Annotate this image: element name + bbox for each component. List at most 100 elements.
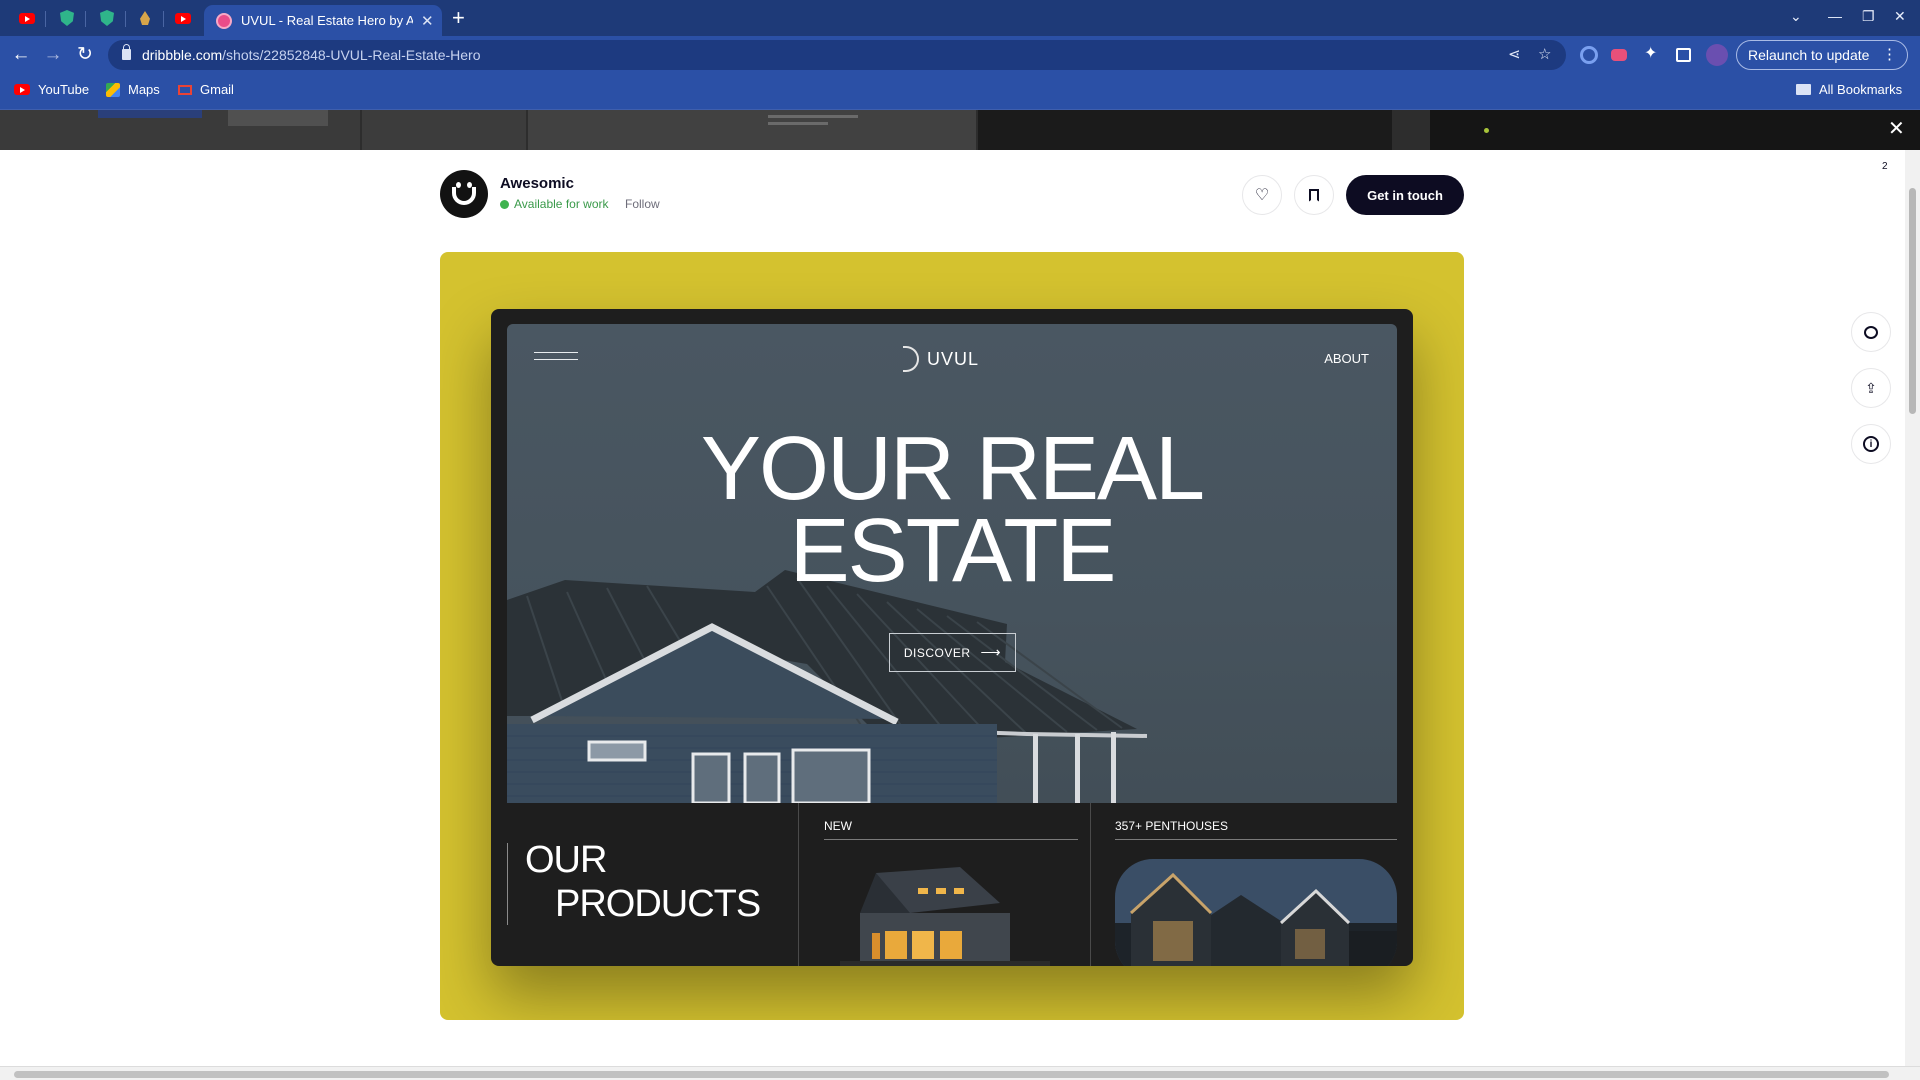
discover-button: DISCOVER ⟶: [889, 633, 1016, 672]
backdrop-shot: [0, 110, 360, 150]
menu-burger-icon[interactable]: [534, 352, 578, 366]
get-in-touch-button[interactable]: Get in touch: [1346, 175, 1464, 215]
like-button[interactable]: ♡: [1242, 175, 1282, 215]
bookmark-star-icon[interactable]: ☆: [1538, 45, 1551, 63]
browser-toolbar: ← → ↻ dribbble.com/shots/22852848-UVUL-R…: [0, 36, 1920, 74]
shield-icon: [100, 10, 114, 26]
bookmark-label: Maps: [128, 82, 160, 97]
bookmark-youtube[interactable]: YouTube: [14, 82, 89, 97]
folder-icon: [1796, 84, 1811, 95]
new-tab-button[interactable]: +: [452, 5, 465, 31]
products-section: OUR PRODUCTS NEW 357+ PENTHOUSES: [507, 803, 1397, 966]
close-window-icon[interactable]: ✕: [1894, 8, 1906, 25]
share-icon[interactable]: ⋖: [1508, 45, 1521, 63]
info-button[interactable]: i: [1851, 424, 1891, 464]
profile-avatar[interactable]: [1706, 44, 1728, 66]
youtube-icon: [19, 12, 35, 24]
url-text[interactable]: dribbble.com/shots/22852848-UVUL-Real-Es…: [142, 47, 481, 63]
penthouses-image: [1115, 859, 1397, 966]
uvul-logo: UVUL: [903, 346, 979, 372]
new-house-image: [840, 867, 1050, 966]
maps-icon: [106, 82, 120, 97]
extension-video-icon[interactable]: [1611, 49, 1627, 61]
upload-icon: ⇪: [1865, 379, 1877, 396]
nav-about: ABOUT: [1324, 351, 1369, 366]
follow-link[interactable]: Follow: [625, 197, 660, 211]
shot-image[interactable]: UVUL ABOUT YOUR REAL ESTATE DISCOVER ⟶ O…: [440, 252, 1464, 1020]
availability-label: Available for work: [514, 197, 609, 211]
headline-line-2: ESTATE: [789, 501, 1117, 601]
backdrop-shot: [362, 110, 526, 150]
comment-count-badge: 2: [1880, 161, 1890, 172]
drop-icon: [140, 11, 150, 25]
tab-strip: UVUL - Real Estate Hero by Aw ✕ + ⌄ — ❐ …: [0, 0, 1920, 36]
horizontal-scrollbar[interactable]: [0, 1066, 1920, 1080]
back-icon[interactable]: ←: [8, 42, 34, 68]
all-bookmarks[interactable]: All Bookmarks: [1796, 82, 1902, 97]
tab-youtube-2[interactable]: [164, 4, 202, 32]
comments-button[interactable]: [1851, 312, 1891, 352]
vertical-scrollbar[interactable]: [1905, 150, 1920, 1066]
hero-headline: YOUR REAL ESTATE: [507, 419, 1397, 601]
minimize-icon[interactable]: —: [1828, 8, 1842, 24]
relaunch-button[interactable]: Relaunch to update ⋮: [1736, 40, 1908, 70]
bookmark-gmail[interactable]: Gmail: [178, 82, 234, 97]
our-products-block: OUR PRODUCTS: [507, 803, 799, 966]
tab-search-icon[interactable]: ⌄: [1790, 8, 1802, 25]
uvul-mark-icon: [903, 346, 919, 372]
tab-extension-1[interactable]: [48, 4, 86, 32]
product-new: NEW: [800, 803, 1090, 966]
bookmarks-bar: YouTube Maps Gmail All Bookmarks: [0, 74, 1920, 110]
tab-youtube-1[interactable]: [8, 4, 46, 32]
active-tab-title: UVUL - Real Estate Hero by Aw: [241, 13, 413, 28]
tab-drop[interactable]: [126, 4, 164, 32]
backdrop-shot: [978, 110, 1392, 150]
relaunch-label: Relaunch to update: [1748, 47, 1870, 63]
forward-icon[interactable]: →: [40, 42, 66, 68]
products-title-line-1: OUR: [525, 839, 607, 881]
comment-icon: [1864, 325, 1878, 339]
info-icon: i: [1863, 436, 1879, 452]
save-button[interactable]: [1294, 175, 1334, 215]
side-panel-icon[interactable]: [1676, 48, 1691, 62]
product-penthouses: 357+ PENTHOUSES: [1091, 803, 1397, 966]
brand-text: UVUL: [927, 348, 980, 369]
headline-line-1: YOUR REAL: [700, 419, 1205, 519]
available-dot-icon: [500, 199, 509, 209]
share-button[interactable]: ⇪: [1851, 368, 1891, 408]
bookmark-icon: [1309, 188, 1319, 202]
dribbble-icon: [216, 12, 232, 29]
author-name[interactable]: Awesomic: [500, 175, 574, 192]
active-tab[interactable]: UVUL - Real Estate Hero by Aw ✕: [204, 5, 442, 36]
page-backdrop: [0, 110, 1920, 150]
close-modal-icon[interactable]: ✕: [1888, 116, 1905, 141]
tab-extension-2[interactable]: [88, 4, 126, 32]
arrow-right-icon: ⟶: [980, 644, 1002, 660]
youtube-icon: [175, 12, 191, 24]
lock-icon[interactable]: [122, 44, 131, 60]
address-bar[interactable]: dribbble.com/shots/22852848-UVUL-Real-Es…: [108, 40, 1566, 70]
more-menu-icon[interactable]: ⋮: [1882, 45, 1897, 63]
restore-icon[interactable]: ❐: [1862, 8, 1875, 25]
extensions-puzzle-icon[interactable]: ✦: [1644, 43, 1662, 62]
shot-modal: Awesomic Available for work Follow ♡ Get…: [0, 150, 1905, 1066]
scrollbar-thumb[interactable]: [14, 1071, 1889, 1078]
device-frame: UVUL ABOUT YOUR REAL ESTATE DISCOVER ⟶ O…: [491, 309, 1413, 966]
discover-label: DISCOVER: [903, 645, 971, 660]
bookmark-label: Gmail: [200, 82, 234, 97]
gmail-icon: [178, 84, 192, 95]
author-avatar[interactable]: [440, 170, 488, 218]
all-bookmarks-label: All Bookmarks: [1819, 82, 1903, 97]
tab-close-icon[interactable]: ✕: [421, 12, 434, 30]
youtube-icon: [14, 84, 30, 95]
bookmark-maps[interactable]: Maps: [106, 82, 160, 97]
bookmark-label: YouTube: [38, 82, 90, 97]
hero-section: UVUL ABOUT YOUR REAL ESTATE DISCOVER ⟶: [507, 324, 1397, 803]
heart-icon: ♡: [1254, 187, 1270, 204]
reload-icon[interactable]: ↻: [72, 42, 98, 68]
scrollbar-thumb[interactable]: [1909, 188, 1916, 414]
shield-icon: [60, 10, 74, 26]
availability-status: Available for work: [500, 197, 609, 211]
extension-circle-icon[interactable]: [1580, 46, 1598, 64]
backdrop-shot: [1430, 110, 1920, 150]
